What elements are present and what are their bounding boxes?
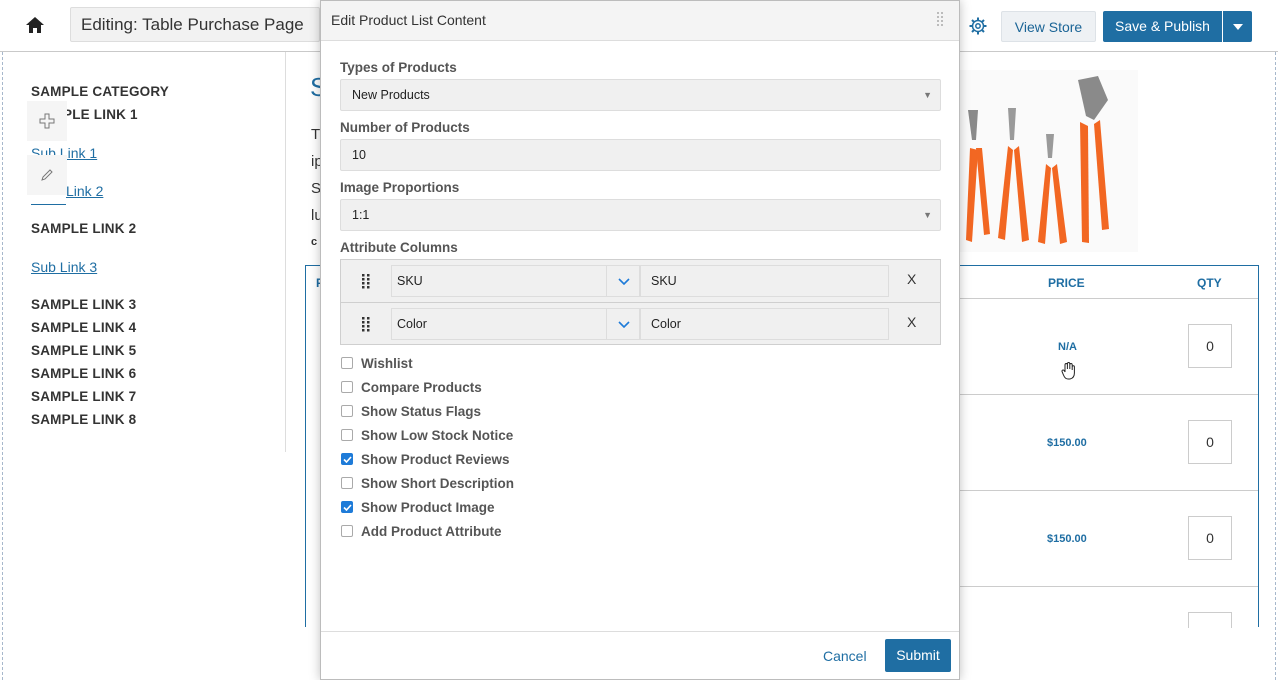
attribute-field-select[interactable]: SKU <box>391 265 640 297</box>
types-of-products-label: Types of Products <box>340 60 457 75</box>
chevron-down-icon[interactable] <box>606 308 640 340</box>
attribute-columns-label: Attribute Columns <box>340 240 458 255</box>
table-header-qty: QTY <box>1197 276 1222 290</box>
checkbox-label: Add Product Attribute <box>361 523 502 539</box>
table-header-price: PRICE <box>1048 276 1085 290</box>
table-row-divider <box>958 490 1258 491</box>
checkmark-icon <box>342 455 352 463</box>
option-show-product-reviews[interactable]: Show Product Reviews <box>341 450 510 468</box>
edit-product-list-modal: Edit Product List Content Types of Produ… <box>320 0 960 680</box>
number-of-products-input[interactable]: 10 <box>340 139 941 171</box>
checkbox[interactable] <box>341 453 353 465</box>
image-proportions-value: 1:1 <box>352 208 370 222</box>
qty-input[interactable]: 0 <box>1188 516 1232 560</box>
checkbox[interactable] <box>341 477 353 489</box>
option-show-short-description[interactable]: Show Short Description <box>341 474 514 492</box>
qty-input[interactable]: 0 <box>1188 420 1232 464</box>
sidebar-sublink-3[interactable]: Sub Link 3 <box>31 259 97 275</box>
attribute-label-input[interactable]: SKU <box>640 265 889 297</box>
content-text-line: c <box>311 236 318 248</box>
select-arrow-icon: ▼ <box>923 210 932 220</box>
home-icon[interactable] <box>20 12 50 38</box>
pliers-product-image <box>958 70 1138 252</box>
sidebar-link-1[interactable]: PLE LINK 1 <box>63 107 138 122</box>
grip-icon[interactable] <box>361 273 371 289</box>
checkmark-icon <box>342 503 352 511</box>
view-store-button[interactable]: View Store <box>1001 11 1096 42</box>
cancel-button[interactable]: Cancel <box>823 648 867 664</box>
chevron-down-icon[interactable] <box>606 265 640 297</box>
checkbox[interactable] <box>341 381 353 393</box>
attribute-label-input[interactable]: Color <box>640 308 889 340</box>
table-row-divider <box>958 586 1258 587</box>
types-of-products-select[interactable]: New Products ▼ <box>340 79 941 111</box>
edit-block-button[interactable] <box>27 155 67 195</box>
price-cell: $150.00 <box>1047 533 1087 545</box>
checkbox-label: Show Product Reviews <box>361 451 510 467</box>
checkbox-label: Show Product Image <box>361 499 495 515</box>
gear-icon[interactable] <box>966 14 990 38</box>
sidebar-divider <box>285 52 286 452</box>
option-wishlist[interactable]: Wishlist <box>341 354 413 372</box>
checkbox-label: Show Short Description <box>361 475 515 491</box>
checkbox[interactable] <box>341 501 353 513</box>
attribute-row: SKU SKU X <box>341 260 940 302</box>
checkbox[interactable] <box>341 405 353 417</box>
image-proportions-label: Image Proportions <box>340 180 460 195</box>
plus-icon <box>39 113 55 129</box>
save-publish-button[interactable]: Save & Publish <box>1103 11 1222 42</box>
option-show-low-stock-notice[interactable]: Show Low Stock Notice <box>341 426 513 444</box>
number-of-products-label: Number of Products <box>340 120 470 135</box>
table-row-divider <box>958 394 1258 395</box>
caret-down-icon <box>1232 23 1243 30</box>
option-compare-products[interactable]: Compare Products <box>341 378 482 396</box>
types-of-products-value: New Products <box>352 88 430 102</box>
page-title: Editing: Table Purchase Page <box>70 7 320 42</box>
sidebar-link-3[interactable]: SAMPLE LINK 3 <box>31 297 136 312</box>
remove-attribute-button[interactable]: X <box>907 271 916 287</box>
modal-header[interactable]: Edit Product List Content <box>321 1 959 41</box>
attribute-columns-list: SKU SKU X Color Color X <box>340 259 941 345</box>
checkbox[interactable] <box>341 429 353 441</box>
qty-input[interactable]: 0 <box>1188 324 1232 368</box>
checkbox[interactable] <box>341 525 353 537</box>
image-proportions-select[interactable]: 1:1 ▼ <box>340 199 941 231</box>
price-cell: N/A <box>1058 341 1077 353</box>
qty-input-partial[interactable] <box>1188 612 1232 628</box>
hand-cursor-icon <box>1061 361 1077 385</box>
grip-icon[interactable] <box>361 316 371 332</box>
checkbox-label: Compare Products <box>361 379 482 395</box>
sidebar-link-6[interactable]: SAMPLE LINK 6 <box>31 366 136 381</box>
remove-attribute-button[interactable]: X <box>907 314 916 330</box>
modal-footer-divider <box>321 631 959 632</box>
sidebar-category[interactable]: SAMPLE CATEGORY <box>31 84 169 99</box>
checkbox-label: Show Status Flags <box>361 403 482 419</box>
attribute-row: Color Color X <box>341 302 940 344</box>
modal-title: Edit Product List Content <box>331 12 486 28</box>
drag-handle-icon[interactable] <box>937 12 943 31</box>
pencil-icon <box>41 169 53 181</box>
table-row-divider <box>958 298 1258 299</box>
sidebar-link-7[interactable]: SAMPLE LINK 7 <box>31 389 136 404</box>
add-block-button[interactable] <box>27 101 67 141</box>
publish-options-button[interactable] <box>1223 11 1252 42</box>
checkbox[interactable] <box>341 357 353 369</box>
submit-button[interactable]: Submit <box>885 639 951 672</box>
attribute-field-select[interactable]: Color <box>391 308 640 340</box>
price-cell: $150.00 <box>1047 437 1087 449</box>
sidebar-link-4[interactable]: SAMPLE LINK 4 <box>31 320 136 335</box>
option-show-status-flags[interactable]: Show Status Flags <box>341 402 481 420</box>
checkbox-label: Show Low Stock Notice <box>361 427 514 443</box>
sidebar-sublink-2[interactable]: Link 2 <box>66 183 103 199</box>
select-arrow-icon: ▼ <box>923 90 932 100</box>
sidebar-link-8[interactable]: SAMPLE LINK 8 <box>31 412 136 427</box>
content-text-line: T <box>311 126 321 143</box>
checkbox-label: Wishlist <box>361 355 413 371</box>
sidebar-link-5[interactable]: SAMPLE LINK 5 <box>31 343 136 358</box>
sidebar-link-2[interactable]: SAMPLE LINK 2 <box>31 221 136 236</box>
option-add-product-attribute[interactable]: Add Product Attribute <box>341 522 501 540</box>
option-show-product-image[interactable]: Show Product Image <box>341 498 495 516</box>
